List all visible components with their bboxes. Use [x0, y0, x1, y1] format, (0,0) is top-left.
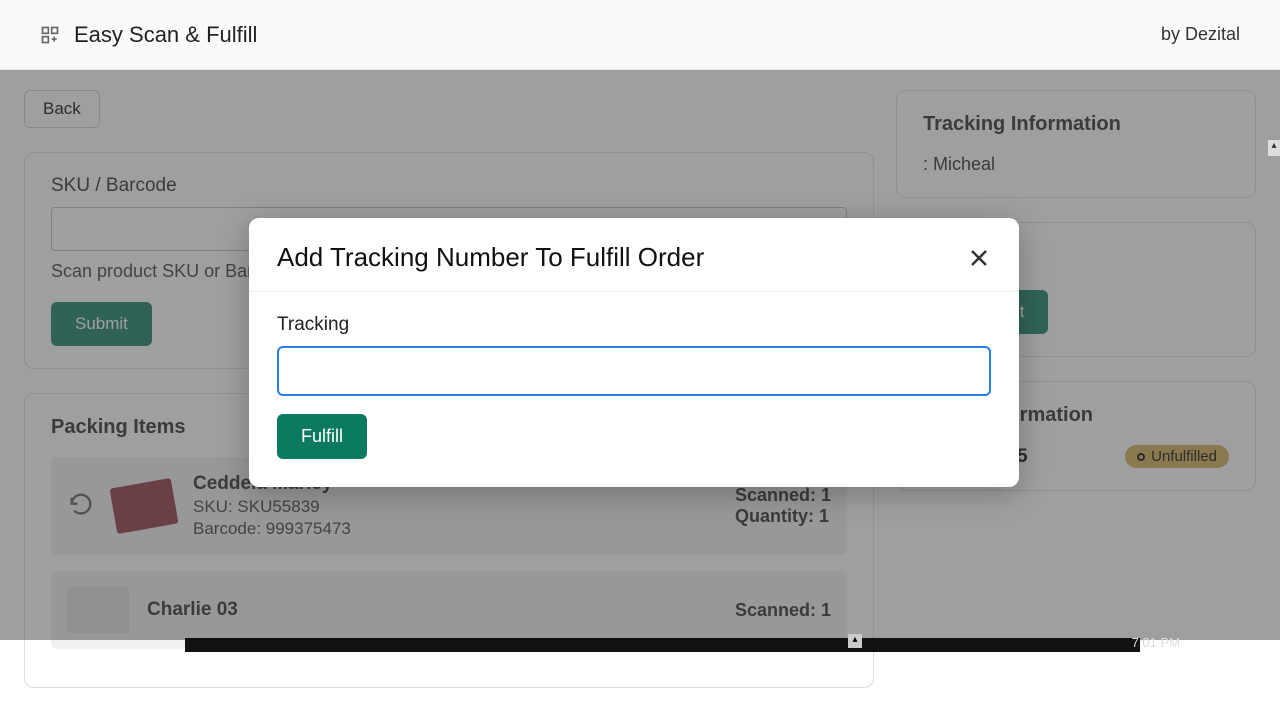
app-grid-icon — [40, 25, 60, 45]
app-header: Easy Scan & Fulfill by Dezital — [0, 0, 1280, 70]
tracking-input[interactable] — [277, 346, 991, 396]
modal-title: Add Tracking Number To Fulfill Order — [277, 242, 704, 273]
close-icon[interactable] — [967, 246, 991, 270]
fulfill-button[interactable]: Fulfill — [277, 414, 367, 459]
clock: 7:01 PM — [1132, 635, 1180, 650]
scroll-arrow-icon[interactable]: ▴ — [848, 634, 862, 648]
taskbar[interactable] — [185, 638, 1140, 652]
app-title: Easy Scan & Fulfill — [74, 22, 257, 48]
tracking-label: Tracking — [277, 314, 991, 336]
vendor-label: by Dezital — [1161, 24, 1240, 45]
scrollbar-up-icon[interactable]: ▴ — [1268, 140, 1280, 156]
tracking-modal: Add Tracking Number To Fulfill Order Tra… — [249, 218, 1019, 487]
